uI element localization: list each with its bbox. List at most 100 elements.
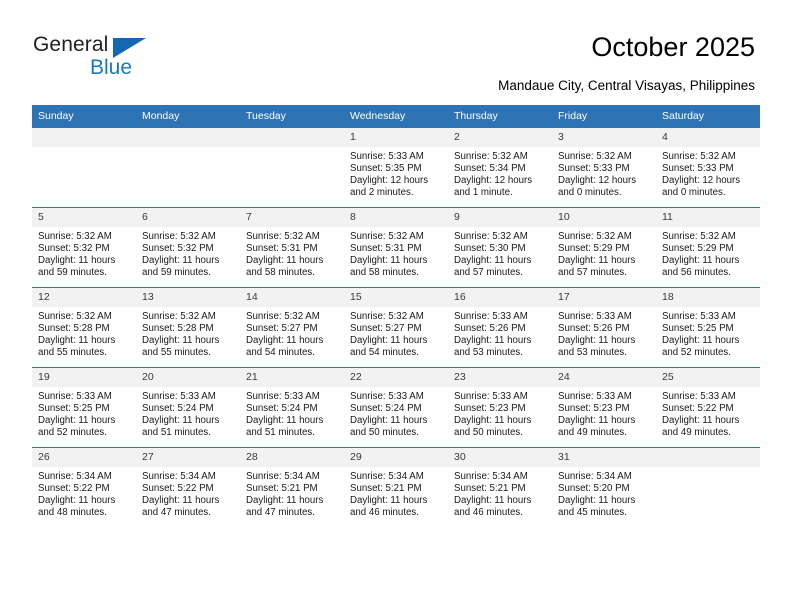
- day-details: Sunrise: 5:32 AM Sunset: 5:33 PM Daylight:…: [656, 147, 760, 199]
- calendar-day-cell[interactable]: 17 Sunrise: 5:33 AM Sunset: 5:26 PM Dayligh…: [552, 287, 656, 368]
- day-details: Sunrise: 5:32 AM Sunset: 5:34 PM Daylight:…: [448, 147, 552, 199]
- day-details: Sunrise: 5:33 AM Sunset: 5:25 PM Daylight:…: [32, 387, 136, 439]
- sunset-text: Sunset: 5:34 PM: [454, 163, 526, 175]
- day-details: Sunrise: 5:32 AM Sunset: 5:32 PM Daylight:…: [136, 227, 240, 279]
- calendar-day-cell[interactable]: 8 Sunrise: 5:32 AM Sunset: 5:31 PM Daylight…: [344, 207, 448, 288]
- daylight-text: Daylight: 11 hours and 57 minutes.: [454, 255, 532, 279]
- day-details: Sunrise: 5:34 AM Sunset: 5:22 PM Daylight:…: [32, 467, 136, 519]
- calendar-day-cell[interactable]: 27 Sunrise: 5:34 AM Sunset: 5:22 PM Dayligh…: [136, 447, 240, 527]
- calendar-day-cell[interactable]: 16 Sunrise: 5:33 AM Sunset: 5:26 PM Dayligh…: [448, 287, 552, 368]
- day-number: [656, 448, 760, 467]
- calendar-day-cell[interactable]: 19 Sunrise: 5:33 AM Sunset: 5:25 PM Dayligh…: [32, 367, 136, 448]
- calendar-day-cell[interactable]: 25 Sunrise: 5:33 AM Sunset: 5:22 PM Dayligh…: [656, 367, 760, 448]
- calendar-day-cell[interactable]: 15 Sunrise: 5:32 AM Sunset: 5:27 PM Dayligh…: [344, 287, 448, 368]
- calendar-day-cell[interactable]: 29 Sunrise: 5:34 AM Sunset: 5:21 PM Dayligh…: [344, 447, 448, 527]
- calendar-body: 1 Sunrise: 5:33 AM Sunset: 5:35 PM Daylight…: [32, 127, 760, 527]
- daylight-text: Daylight: 11 hours and 55 minutes.: [142, 335, 220, 359]
- calendar-day-cell[interactable]: 6 Sunrise: 5:32 AM Sunset: 5:32 PM Daylight…: [136, 207, 240, 288]
- calendar-day-cell[interactable]: 12 Sunrise: 5:32 AM Sunset: 5:28 PM Dayligh…: [32, 287, 136, 368]
- day-number: 29: [344, 448, 448, 467]
- daylight-text: Daylight: 11 hours and 53 minutes.: [558, 335, 636, 359]
- calendar-day-cell[interactable]: 2 Sunrise: 5:32 AM Sunset: 5:34 PM Daylight…: [448, 127, 552, 208]
- day-details: Sunrise: 5:32 AM Sunset: 5:32 PM Daylight:…: [32, 227, 136, 279]
- daylight-text: Daylight: 11 hours and 46 minutes.: [350, 495, 428, 519]
- sunset-text: Sunset: 5:33 PM: [662, 163, 734, 175]
- sunrise-text: Sunrise: 5:33 AM: [142, 391, 216, 402]
- sunset-text: Sunset: 5:28 PM: [38, 323, 110, 335]
- calendar-day-cell[interactable]: 18 Sunrise: 5:33 AM Sunset: 5:25 PM Dayligh…: [656, 287, 760, 368]
- sunset-text: Sunset: 5:21 PM: [454, 483, 526, 495]
- calendar-day-cell[interactable]: 3 Sunrise: 5:32 AM Sunset: 5:33 PM Daylight…: [552, 127, 656, 208]
- weekday-header-friday: Friday: [552, 105, 656, 128]
- day-number: 15: [344, 288, 448, 307]
- calendar-cell-empty: [136, 127, 240, 208]
- calendar-week-row: 19 Sunrise: 5:33 AM Sunset: 5:25 PM Dayligh…: [32, 367, 760, 448]
- daylight-text: Daylight: 11 hours and 47 minutes.: [246, 495, 324, 519]
- calendar-day-cell[interactable]: 10 Sunrise: 5:32 AM Sunset: 5:29 PM Dayligh…: [552, 207, 656, 288]
- calendar-day-cell[interactable]: 1 Sunrise: 5:33 AM Sunset: 5:35 PM Daylight…: [344, 127, 448, 208]
- weekday-header-saturday: Saturday: [656, 105, 760, 128]
- sunrise-text: Sunrise: 5:32 AM: [558, 151, 632, 162]
- calendar-day-cell[interactable]: 30 Sunrise: 5:34 AM Sunset: 5:21 PM Dayligh…: [448, 447, 552, 527]
- triangle-icon: [113, 38, 146, 58]
- weekday-header-thursday: Thursday: [448, 105, 552, 128]
- day-details: Sunrise: 5:32 AM Sunset: 5:29 PM Daylight:…: [552, 227, 656, 279]
- calendar-day-cell[interactable]: 22 Sunrise: 5:33 AM Sunset: 5:24 PM Dayligh…: [344, 367, 448, 448]
- sunrise-text: Sunrise: 5:33 AM: [38, 391, 112, 402]
- day-number: 22: [344, 368, 448, 387]
- day-number: [32, 128, 136, 147]
- sunrise-text: Sunrise: 5:32 AM: [350, 311, 424, 322]
- day-number: 11: [656, 208, 760, 227]
- calendar-day-cell[interactable]: 11 Sunrise: 5:32 AM Sunset: 5:29 PM Dayligh…: [656, 207, 760, 288]
- daylight-text: Daylight: 12 hours and 2 minutes.: [350, 175, 429, 199]
- sunrise-text: Sunrise: 5:33 AM: [454, 391, 528, 402]
- daylight-text: Daylight: 11 hours and 53 minutes.: [454, 335, 532, 359]
- daylight-text: Daylight: 11 hours and 50 minutes.: [350, 415, 428, 439]
- calendar-day-cell[interactable]: 4 Sunrise: 5:32 AM Sunset: 5:33 PM Daylight…: [656, 127, 760, 208]
- calendar-day-cell[interactable]: 7 Sunrise: 5:32 AM Sunset: 5:31 PM Daylight…: [240, 207, 344, 288]
- day-details: Sunrise: 5:32 AM Sunset: 5:33 PM Daylight:…: [552, 147, 656, 199]
- sunset-text: Sunset: 5:32 PM: [142, 243, 214, 255]
- calendar-cell-empty: [240, 127, 344, 208]
- sunset-text: Sunset: 5:28 PM: [142, 323, 214, 335]
- day-number: 4: [656, 128, 760, 147]
- daylight-text: Daylight: 11 hours and 46 minutes.: [454, 495, 532, 519]
- calendar-header-row: Sunday Monday Tuesday Wednesday Thursday Frid…: [32, 105, 760, 128]
- calendar-day-cell[interactable]: 26 Sunrise: 5:34 AM Sunset: 5:22 PM Dayligh…: [32, 447, 136, 527]
- page-subtitle: Mandaue City, Central Visayas, Philippin…: [498, 78, 755, 93]
- general-blue-logo: General Blue: [33, 33, 213, 85]
- calendar-day-cell[interactable]: 28 Sunrise: 5:34 AM Sunset: 5:21 PM Dayligh…: [240, 447, 344, 527]
- day-number: 26: [32, 448, 136, 467]
- calendar-grid: Sunday Monday Tuesday Wednesday Thursday Frid…: [32, 105, 760, 527]
- day-details: Sunrise: 5:33 AM Sunset: 5:24 PM Daylight:…: [344, 387, 448, 439]
- day-number: [136, 128, 240, 147]
- weekday-header-tuesday: Tuesday: [240, 105, 344, 128]
- daylight-text: Daylight: 11 hours and 54 minutes.: [350, 335, 428, 359]
- daylight-text: Daylight: 11 hours and 57 minutes.: [558, 255, 636, 279]
- weekday-headers: Sunday Monday Tuesday Wednesday Thursday Frid…: [32, 105, 760, 128]
- daylight-text: Daylight: 12 hours and 1 minute.: [454, 175, 533, 199]
- sunset-text: Sunset: 5:31 PM: [350, 243, 422, 255]
- day-number: 25: [656, 368, 760, 387]
- calendar-day-cell[interactable]: 31 Sunrise: 5:34 AM Sunset: 5:20 PM Dayligh…: [552, 447, 656, 527]
- day-number: 21: [240, 368, 344, 387]
- day-number: 1: [344, 128, 448, 147]
- sunrise-text: Sunrise: 5:34 AM: [350, 471, 424, 482]
- calendar-day-cell[interactable]: 20 Sunrise: 5:33 AM Sunset: 5:24 PM Dayligh…: [136, 367, 240, 448]
- calendar-day-cell[interactable]: 21 Sunrise: 5:33 AM Sunset: 5:24 PM Dayligh…: [240, 367, 344, 448]
- calendar-day-cell[interactable]: 9 Sunrise: 5:32 AM Sunset: 5:30 PM Daylight…: [448, 207, 552, 288]
- calendar-day-cell[interactable]: 14 Sunrise: 5:32 AM Sunset: 5:27 PM Dayligh…: [240, 287, 344, 368]
- calendar-day-cell[interactable]: 23 Sunrise: 5:33 AM Sunset: 5:23 PM Dayligh…: [448, 367, 552, 448]
- day-number: 28: [240, 448, 344, 467]
- day-number: 20: [136, 368, 240, 387]
- sunset-text: Sunset: 5:33 PM: [558, 163, 630, 175]
- day-number: 31: [552, 448, 656, 467]
- calendar-day-cell[interactable]: 24 Sunrise: 5:33 AM Sunset: 5:23 PM Dayligh…: [552, 367, 656, 448]
- day-number: 5: [32, 208, 136, 227]
- calendar-day-cell[interactable]: 5 Sunrise: 5:32 AM Sunset: 5:32 PM Daylight…: [32, 207, 136, 288]
- calendar-day-cell[interactable]: 13 Sunrise: 5:32 AM Sunset: 5:28 PM Dayligh…: [136, 287, 240, 368]
- daylight-text: Daylight: 11 hours and 58 minutes.: [350, 255, 428, 279]
- daylight-text: Daylight: 12 hours and 0 minutes.: [662, 175, 741, 199]
- daylight-text: Daylight: 11 hours and 50 minutes.: [454, 415, 532, 439]
- sunrise-text: Sunrise: 5:32 AM: [350, 231, 424, 242]
